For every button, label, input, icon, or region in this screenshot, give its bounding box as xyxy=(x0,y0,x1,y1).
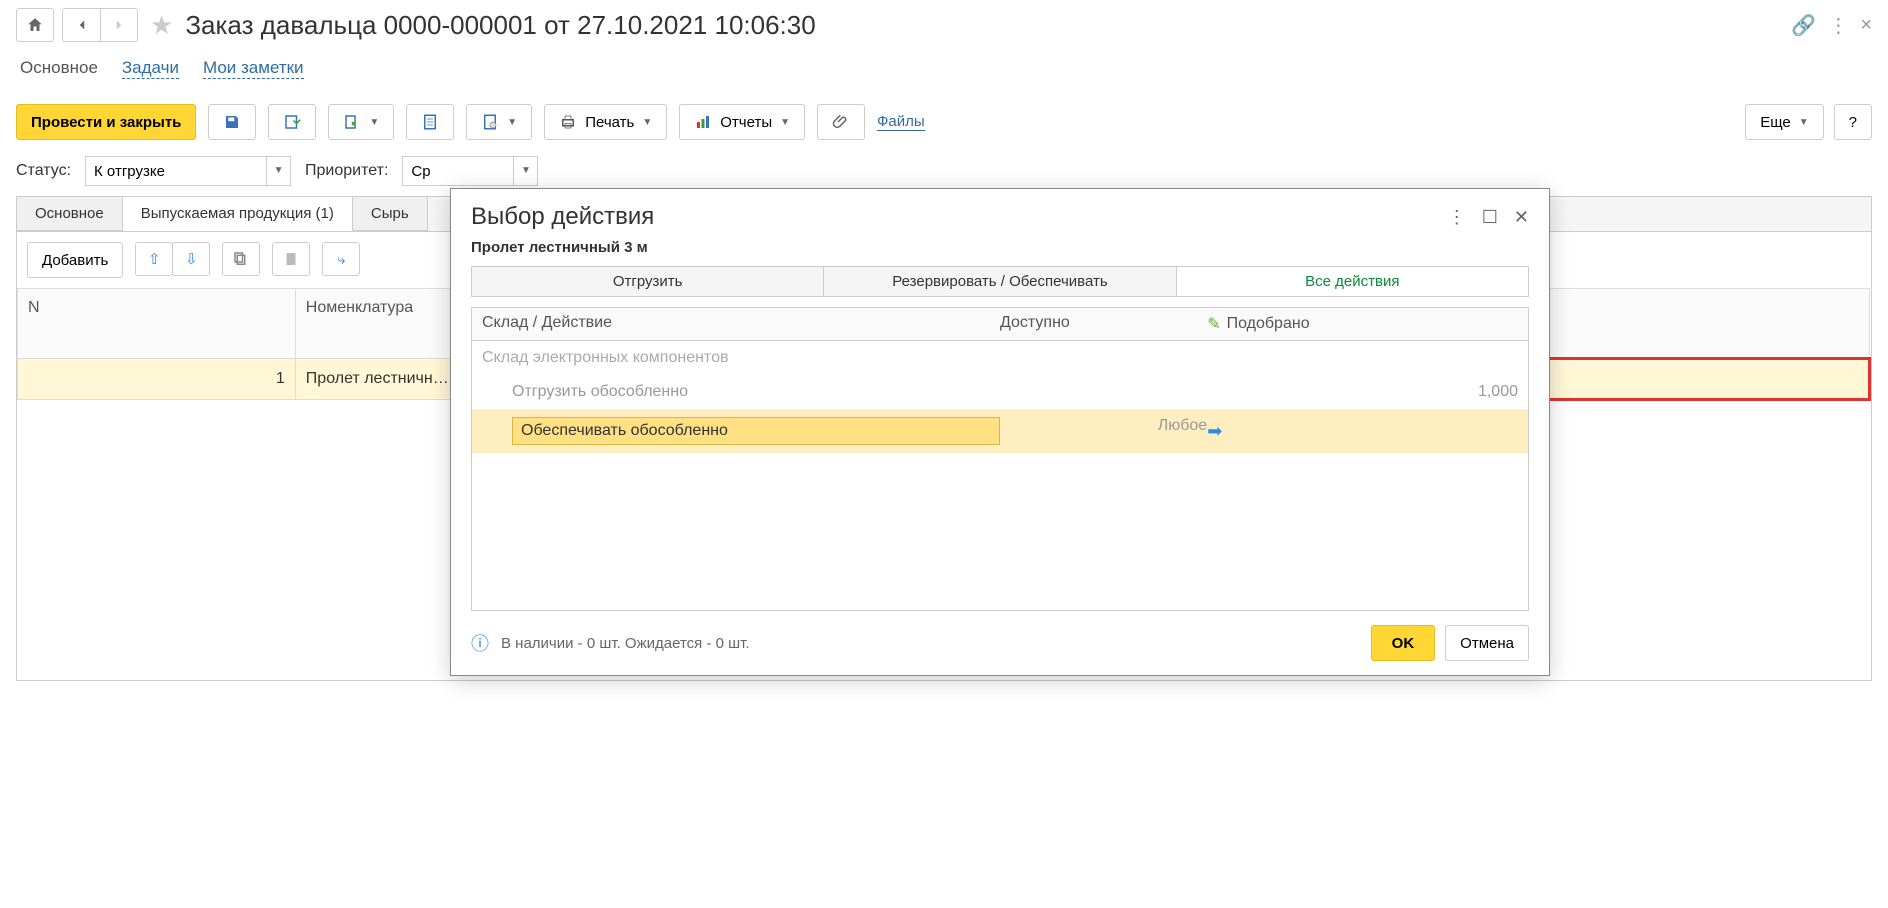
chevron-down-icon: ▼ xyxy=(507,117,517,128)
printer-icon xyxy=(559,113,577,131)
info-icon: ⓘ xyxy=(471,630,489,656)
favorite-icon[interactable]: ★ xyxy=(150,10,173,41)
modal-title: Выбор действия xyxy=(471,203,654,231)
arrow-left-icon xyxy=(73,16,91,34)
copy-icon xyxy=(232,250,250,268)
kebab-menu-icon[interactable]: ⋮ xyxy=(1448,207,1466,228)
copy-button[interactable] xyxy=(222,242,260,276)
mth-available: Доступно xyxy=(1000,314,1207,334)
tab-materials[interactable]: Сырь xyxy=(353,197,428,231)
mth-picked: ✎ Подобрано xyxy=(1207,314,1518,334)
document-icon xyxy=(421,113,439,131)
move-down-button[interactable]: ⇩ xyxy=(172,242,210,276)
status-input[interactable] xyxy=(86,157,266,185)
chevron-down-icon: ▼ xyxy=(780,117,790,128)
close-icon[interactable]: × xyxy=(1860,14,1872,37)
status-combo[interactable]: ▼ xyxy=(85,156,291,186)
forward-button[interactable] xyxy=(100,8,138,42)
link-icon[interactable]: 🔗 xyxy=(1791,13,1816,38)
help-button[interactable]: ? xyxy=(1834,104,1872,140)
files-link[interactable]: Файлы xyxy=(877,113,925,131)
priority-label: Приоритет: xyxy=(305,162,388,180)
doc-gear-icon xyxy=(481,113,499,131)
print-button[interactable]: Печать ▼ xyxy=(544,104,667,140)
doc-button-2[interactable]: ▼ xyxy=(466,104,532,140)
doc-button-1[interactable] xyxy=(406,104,454,140)
tab-products[interactable]: Выпускаемая продукция (1) xyxy=(123,197,353,231)
back-button[interactable] xyxy=(62,8,100,42)
priority-combo[interactable]: ▼ xyxy=(402,156,538,186)
paste-icon xyxy=(282,250,300,268)
chart-icon xyxy=(694,113,712,131)
arrow-right-icon xyxy=(110,16,128,34)
move-up-button[interactable]: ⇧ xyxy=(135,242,173,276)
paperclip-icon xyxy=(832,113,850,131)
add-button[interactable]: Добавить xyxy=(27,242,123,278)
chevron-down-icon[interactable]: ▼ xyxy=(513,157,537,185)
nav-notes[interactable]: Мои заметки xyxy=(203,58,304,79)
modal-footer-text: В наличии - 0 шт. Ожидается - 0 шт. xyxy=(501,635,750,652)
print-label: Печать xyxy=(585,114,634,131)
post-button[interactable] xyxy=(268,104,316,140)
th-n: N xyxy=(18,289,296,359)
nav-main[interactable]: Основное xyxy=(20,58,98,79)
based-on-button[interactable]: ▼ xyxy=(328,104,394,140)
save-icon xyxy=(223,113,241,131)
more-button[interactable]: Еще ▼ xyxy=(1745,104,1823,140)
tab-main[interactable]: Основное xyxy=(17,197,123,231)
save-button[interactable] xyxy=(208,104,256,140)
document-arrow-icon xyxy=(343,113,361,131)
pencil-icon: ✎ xyxy=(1207,314,1220,334)
post-and-close-button[interactable]: Провести и закрыть xyxy=(16,104,196,140)
home-icon xyxy=(26,16,44,34)
priority-input[interactable] xyxy=(403,157,513,185)
modal-group-row: Склад электронных компонентов xyxy=(472,341,1528,375)
post-icon xyxy=(283,113,301,131)
paste-button[interactable] xyxy=(272,242,310,276)
more-label: Еще xyxy=(1760,114,1791,131)
modal-tab-reserve[interactable]: Резервировать / Обеспечивать xyxy=(824,267,1176,296)
modal-subtitle: Пролет лестничный 3 м xyxy=(451,237,1549,266)
kebab-menu-icon[interactable]: ⋮ xyxy=(1828,13,1848,38)
cancel-button[interactable]: Отмена xyxy=(1445,625,1529,661)
chevron-down-icon[interactable]: ▼ xyxy=(266,157,290,185)
reports-label: Отчеты xyxy=(720,114,772,131)
attach-button[interactable] xyxy=(817,104,865,140)
chevron-down-icon: ▼ xyxy=(642,117,652,128)
cell-n: 1 xyxy=(18,359,296,400)
mth-warehouse: Склад / Действие xyxy=(482,314,1000,334)
modal-row-selected[interactable]: Обеспечивать обособленно Любое ➡ xyxy=(472,409,1528,453)
chevron-down-icon: ▼ xyxy=(1799,117,1809,128)
ok-button[interactable]: OK xyxy=(1371,625,1436,661)
modal-row-ship[interactable]: Отгрузить обособленно 1,000 xyxy=(472,375,1528,409)
reports-button[interactable]: Отчеты ▼ xyxy=(679,104,805,140)
action-modal: Выбор действия ⋮ ☐ ✕ Пролет лестничный 3… xyxy=(450,188,1550,676)
modal-tab-all[interactable]: Все действия xyxy=(1177,267,1528,296)
maximize-icon[interactable]: ☐ xyxy=(1482,207,1498,228)
nav-tasks[interactable]: Задачи xyxy=(122,58,179,79)
arrow-right-icon[interactable]: ➡ xyxy=(1207,421,1222,442)
modal-tab-ship[interactable]: Отгрузить xyxy=(472,267,824,296)
status-label: Статус: xyxy=(16,162,71,180)
tree-button[interactable]: ⤷ xyxy=(322,242,360,276)
home-button[interactable] xyxy=(16,8,54,42)
page-title: Заказ давальца 0000-000001 от 27.10.2021… xyxy=(185,10,815,41)
chevron-down-icon: ▼ xyxy=(369,117,379,128)
close-icon[interactable]: ✕ xyxy=(1514,207,1529,228)
